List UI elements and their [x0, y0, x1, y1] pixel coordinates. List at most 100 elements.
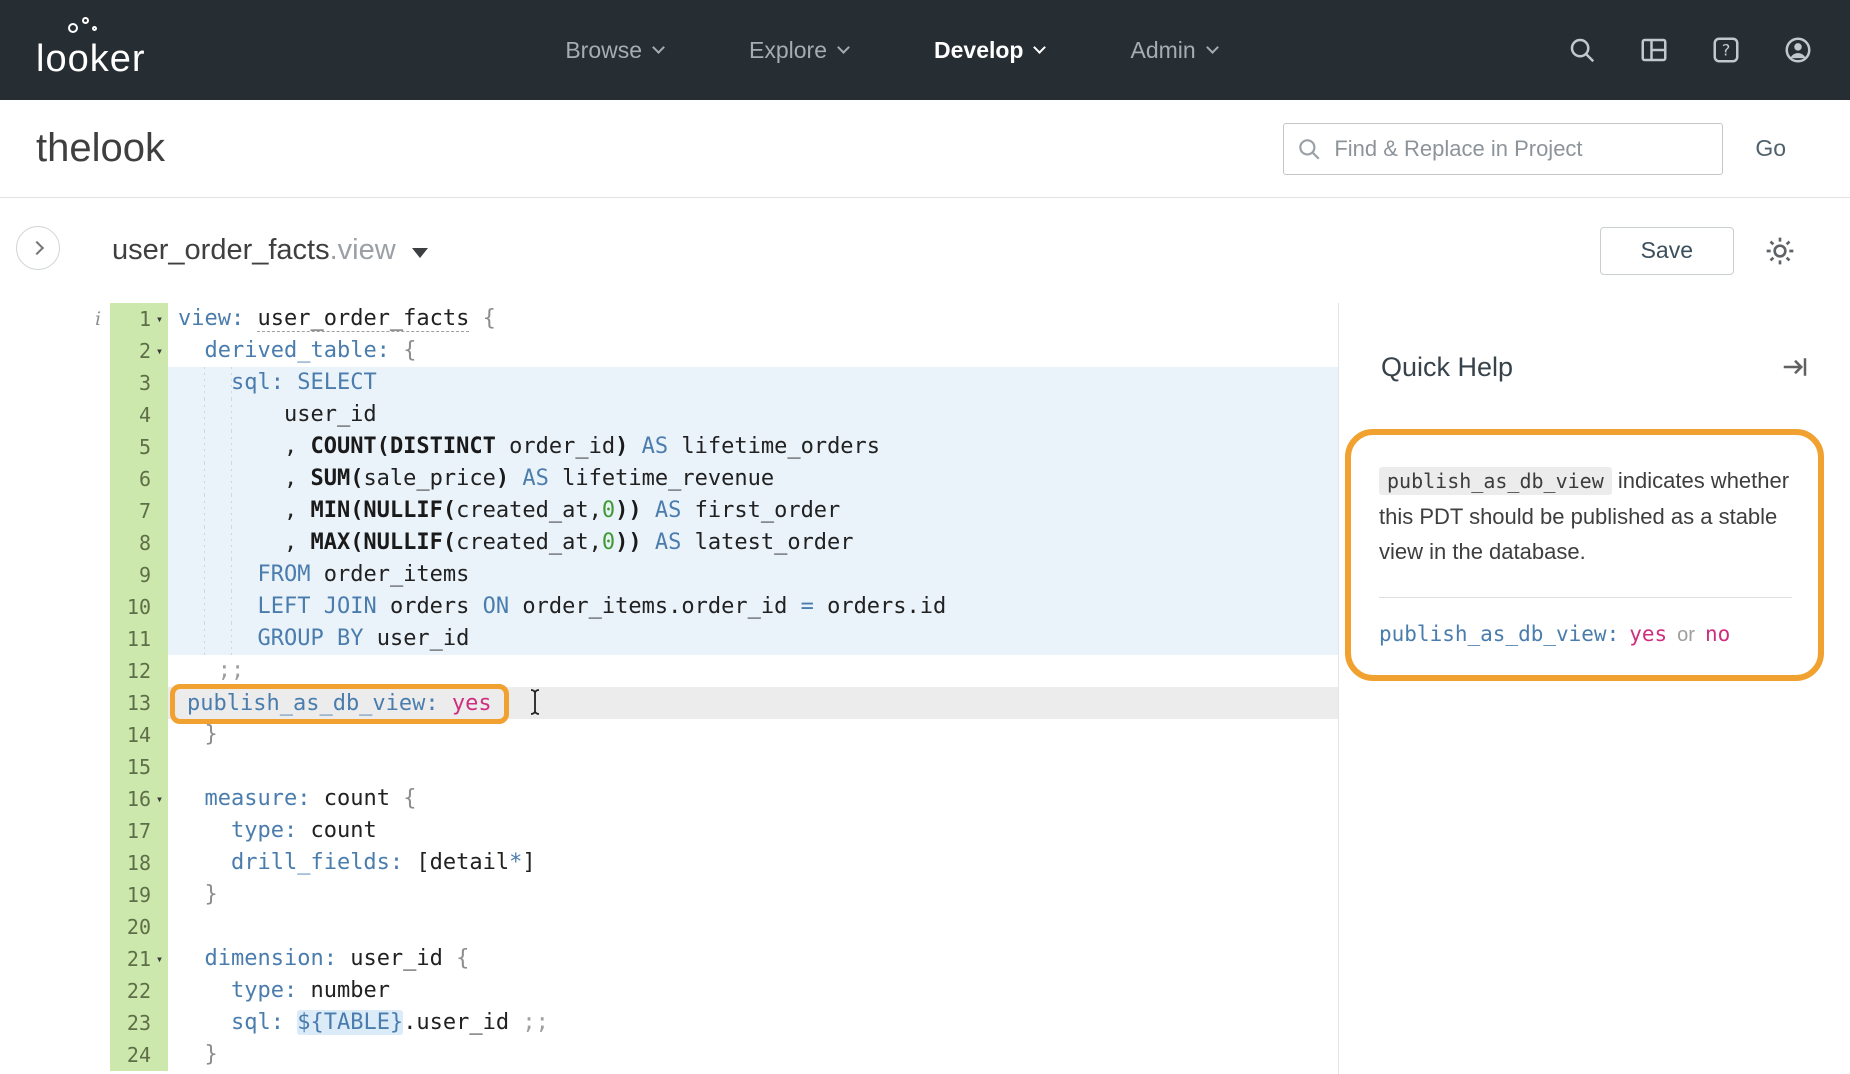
fold-toggle-icon[interactable]: ▾: [151, 303, 168, 335]
main-nav: Browse Explore Develop Admin: [565, 37, 1216, 64]
code-line: 3 sql: SELECT: [86, 367, 1338, 399]
line-number: 13: [127, 687, 151, 719]
line-number: 9: [139, 559, 151, 591]
code-content[interactable]: measure: count {: [168, 783, 1338, 815]
code-content[interactable]: }: [168, 879, 1338, 911]
line-gutter: 7: [110, 495, 168, 527]
looker-logo[interactable]: looker: [36, 15, 256, 85]
search-icon[interactable]: [1566, 34, 1598, 66]
info-gutter: [86, 527, 110, 559]
code-line: 8 , MAX(NULLIF(created_at,0)) AS latest_…: [86, 527, 1338, 559]
info-gutter: [86, 847, 110, 879]
line-gutter: 19: [110, 879, 168, 911]
dashboards-icon[interactable]: [1638, 34, 1670, 66]
find-replace-bar: Go: [1283, 123, 1814, 175]
code-content[interactable]: sql: SELECT: [168, 367, 1338, 399]
line-number: 3: [139, 367, 151, 399]
chevron-down-icon: [837, 41, 850, 54]
code-line: 19 }: [86, 879, 1338, 911]
code-content[interactable]: }: [168, 719, 1338, 751]
fold-toggle-icon[interactable]: ▾: [151, 335, 168, 367]
line-number: 23: [127, 1007, 151, 1039]
quick-help-callout: publish_as_db_view indicates whether thi…: [1345, 429, 1824, 681]
save-button[interactable]: Save: [1600, 227, 1734, 275]
line-gutter: 5: [110, 431, 168, 463]
looker-app: looker Browse Explore Develop Admin: [0, 0, 1850, 1074]
code-content[interactable]: ;;: [168, 655, 1338, 687]
code-content[interactable]: drill_fields: [detail*]: [168, 847, 1338, 879]
line-number: 5: [139, 431, 151, 463]
line-number: 10: [127, 591, 151, 623]
code-content[interactable]: FROM order_items: [168, 559, 1338, 591]
code-line: 9 FROM order_items: [86, 559, 1338, 591]
quick-help-panel: Quick Help publish_as_db_view indicates …: [1338, 303, 1850, 1074]
line-gutter: 24: [110, 1039, 168, 1071]
account-icon[interactable]: [1782, 34, 1814, 66]
line-gutter: 20: [110, 911, 168, 943]
line-gutter: 2▾: [110, 335, 168, 367]
code-content[interactable]: GROUP BY user_id: [168, 623, 1338, 655]
find-replace-input[interactable]: [1332, 135, 1710, 163]
nav-develop[interactable]: Develop: [934, 37, 1044, 64]
highlight-box: publish_as_db_view: yes: [170, 684, 509, 724]
code-content[interactable]: , SUM(sale_price) AS lifetime_revenue: [168, 463, 1338, 495]
code-content[interactable]: sql: ${TABLE}.user_id ;;: [168, 1007, 1338, 1039]
code-line: 6 , SUM(sale_price) AS lifetime_revenue: [86, 463, 1338, 495]
code-content[interactable]: derived_table: {: [168, 335, 1338, 367]
line-number: 21: [127, 943, 151, 975]
code-line: 10 LEFT JOIN orders ON order_items.order…: [86, 591, 1338, 623]
code-line: 12 ;;: [86, 655, 1338, 687]
search-icon: [1296, 136, 1322, 162]
quick-help-header: Quick Help: [1339, 303, 1850, 385]
file-title[interactable]: user_order_facts.view: [112, 234, 428, 267]
info-gutter: [86, 687, 110, 719]
nav-explore-label: Explore: [749, 37, 827, 64]
gear-icon[interactable]: [1764, 235, 1796, 267]
code-editor[interactable]: i1▾view: user_order_facts {2▾ derived_ta…: [86, 303, 1338, 1074]
line-number: 7: [139, 495, 151, 527]
code-content[interactable]: type: count: [168, 815, 1338, 847]
code-content[interactable]: [168, 911, 1338, 943]
code-content[interactable]: user_id: [168, 399, 1338, 431]
code-content[interactable]: [168, 751, 1338, 783]
help-icon[interactable]: ?: [1710, 34, 1742, 66]
chevron-down-icon: [652, 41, 665, 54]
expand-panel-button[interactable]: [16, 226, 60, 270]
collapse-panel-icon[interactable]: [1780, 352, 1810, 382]
code-content[interactable]: , MIN(NULLIF(created_at,0)) AS first_ord…: [168, 495, 1338, 527]
line-gutter: 3: [110, 367, 168, 399]
fold-toggle-icon[interactable]: ▾: [151, 943, 168, 975]
nav-browse[interactable]: Browse: [565, 37, 663, 64]
info-gutter: [86, 943, 110, 975]
code-content[interactable]: LEFT JOIN orders ON order_items.order_id…: [168, 591, 1338, 623]
info-gutter: [86, 463, 110, 495]
code-content[interactable]: , MAX(NULLIF(created_at,0)) AS latest_or…: [168, 527, 1338, 559]
line-number: 15: [127, 751, 151, 783]
code-content[interactable]: , COUNT(DISTINCT order_id) AS lifetime_o…: [168, 431, 1338, 463]
code-content[interactable]: publish_as_db_view: yes: [168, 687, 1338, 719]
line-gutter: 6: [110, 463, 168, 495]
fold-toggle-icon[interactable]: ▾: [151, 783, 168, 815]
info-gutter: [86, 1039, 110, 1071]
code-content[interactable]: view: user_order_facts {: [168, 303, 1338, 335]
line-gutter: 12: [110, 655, 168, 687]
line-number: 18: [127, 847, 151, 879]
nav-explore[interactable]: Explore: [749, 37, 848, 64]
code-line: 7 , MIN(NULLIF(created_at,0)) AS first_o…: [86, 495, 1338, 527]
code-content[interactable]: type: number: [168, 975, 1338, 1007]
file-dropdown-caret-icon[interactable]: [412, 248, 428, 258]
code-line: 17 type: count: [86, 815, 1338, 847]
info-gutter: [86, 367, 110, 399]
line-gutter: 4: [110, 399, 168, 431]
info-gutter: [86, 975, 110, 1007]
info-gutter: [86, 1007, 110, 1039]
code-content[interactable]: dimension: user_id {: [168, 943, 1338, 975]
go-button[interactable]: Go: [1749, 134, 1792, 163]
nav-admin[interactable]: Admin: [1130, 37, 1216, 64]
info-icon[interactable]: i: [86, 303, 110, 335]
code-line: 11 GROUP BY user_id: [86, 623, 1338, 655]
info-gutter: [86, 911, 110, 943]
code-content[interactable]: }: [168, 1039, 1338, 1071]
info-gutter: [86, 783, 110, 815]
line-gutter: 1▾: [110, 303, 168, 335]
